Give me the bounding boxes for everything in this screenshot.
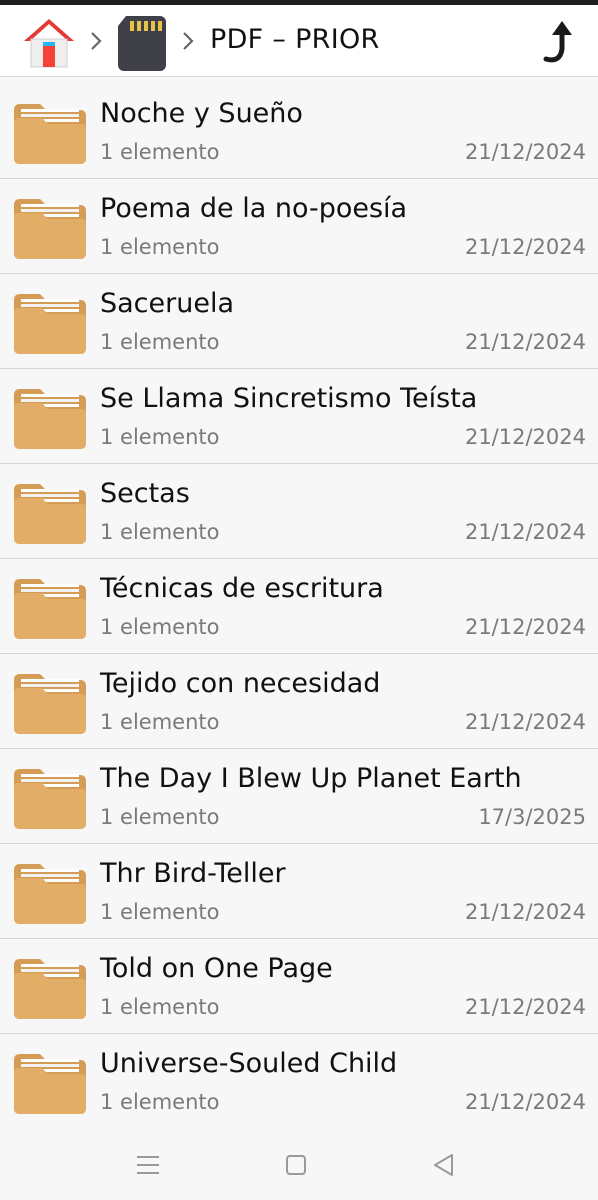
- folder-name: Tejido con necesidad: [100, 668, 381, 699]
- folder-icon: [14, 104, 86, 164]
- folder-name: Universe-Souled Child: [100, 1048, 398, 1079]
- folder-name: Técnicas de escritura: [100, 573, 384, 604]
- chevron-right-icon: [91, 32, 102, 50]
- back-triangle-icon[interactable]: [430, 1152, 458, 1178]
- modified-date: 21/12/2024: [464, 995, 586, 1019]
- folder-name: Saceruela: [100, 288, 235, 319]
- sd-card-icon[interactable]: [116, 13, 168, 71]
- modified-date: 21/12/2024: [464, 1090, 586, 1114]
- folder-list: Noche y Sueño 1 elemento 21/12/2024 Poem…: [0, 84, 598, 1129]
- modified-date: 21/12/2024: [464, 900, 586, 924]
- list-item[interactable]: Sectas 1 elemento 21/12/2024: [0, 464, 598, 559]
- item-count: 1 elemento: [100, 520, 220, 544]
- item-count: 1 elemento: [100, 710, 220, 734]
- modified-date: 21/12/2024: [464, 425, 586, 449]
- folder-icon: [14, 674, 86, 734]
- modified-date: 21/12/2024: [464, 615, 586, 639]
- modified-date: 21/12/2024: [464, 330, 586, 354]
- home-square-icon[interactable]: [282, 1152, 310, 1178]
- item-count: 1 elemento: [100, 900, 220, 924]
- navigation-bar: [0, 1128, 598, 1200]
- list-item[interactable]: Universe-Souled Child 1 elemento 21/12/2…: [0, 1034, 598, 1129]
- list-item[interactable]: Técnicas de escritura 1 elemento 21/12/2…: [0, 559, 598, 654]
- menu-icon[interactable]: [134, 1152, 162, 1178]
- modified-date: 21/12/2024: [464, 710, 586, 734]
- folder-icon: [14, 389, 86, 449]
- modified-date: 21/12/2024: [464, 235, 586, 259]
- item-count: 1 elemento: [100, 425, 220, 449]
- chevron-right-icon: [183, 32, 194, 50]
- folder-icon: [14, 864, 86, 924]
- folder-name: Told on One Page: [100, 953, 333, 984]
- list-item[interactable]: Thr Bird-Teller 1 elemento 21/12/2024: [0, 844, 598, 939]
- item-count: 1 elemento: [100, 235, 220, 259]
- breadcrumb-bar: PDF – PRIOR: [0, 5, 598, 77]
- item-count: 1 elemento: [100, 140, 220, 164]
- list-item[interactable]: Saceruela 1 elemento 21/12/2024: [0, 274, 598, 369]
- folder-icon: [14, 294, 86, 354]
- item-count: 1 elemento: [100, 995, 220, 1019]
- list-item[interactable]: Poema de la no-poesía 1 elemento 21/12/2…: [0, 179, 598, 274]
- home-icon[interactable]: [22, 15, 76, 69]
- list-item[interactable]: Se Llama Sincretismo Teísta 1 elemento 2…: [0, 369, 598, 464]
- breadcrumb-current-folder[interactable]: PDF – PRIOR: [210, 24, 380, 55]
- item-count: 1 elemento: [100, 805, 220, 829]
- folder-name: Poema de la no-poesía: [100, 193, 408, 224]
- arrow-up-icon[interactable]: [540, 19, 580, 65]
- folder-name: Se Llama Sincretismo Teísta: [100, 383, 478, 414]
- folder-name: Noche y Sueño: [100, 98, 303, 129]
- folder-icon: [14, 579, 86, 639]
- list-item[interactable]: Told on One Page 1 elemento 21/12/2024: [0, 939, 598, 1034]
- list-item[interactable]: The Day I Blew Up Planet Earth 1 element…: [0, 749, 598, 844]
- folder-icon: [14, 959, 86, 1019]
- list-item[interactable]: Tejido con necesidad 1 elemento 21/12/20…: [0, 654, 598, 749]
- item-count: 1 elemento: [100, 615, 220, 639]
- modified-date: 21/12/2024: [464, 140, 586, 164]
- modified-date: 17/3/2025: [478, 805, 586, 829]
- folder-icon: [14, 1054, 86, 1114]
- folder-name: Thr Bird-Teller: [100, 858, 286, 889]
- folder-name: The Day I Blew Up Planet Earth: [100, 763, 522, 794]
- item-count: 1 elemento: [100, 1090, 220, 1114]
- folder-icon: [14, 199, 86, 259]
- folder-icon: [14, 769, 86, 829]
- folder-icon: [14, 484, 86, 544]
- list-item[interactable]: Noche y Sueño 1 elemento 21/12/2024: [0, 84, 598, 179]
- item-count: 1 elemento: [100, 330, 220, 354]
- folder-name: Sectas: [100, 478, 190, 509]
- modified-date: 21/12/2024: [464, 520, 586, 544]
